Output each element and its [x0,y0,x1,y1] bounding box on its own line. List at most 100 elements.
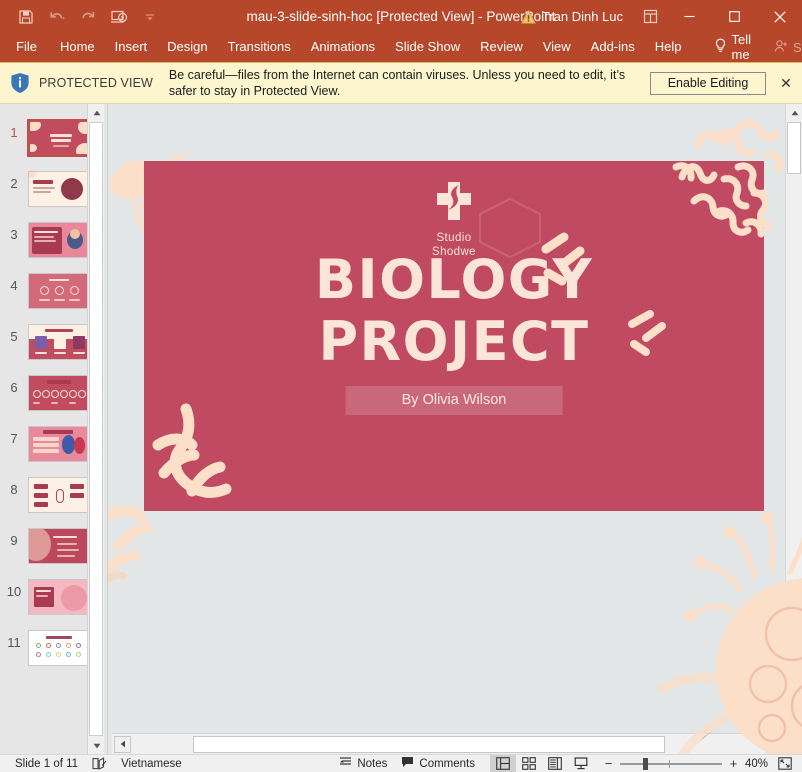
redo-icon[interactable] [74,5,102,29]
account-info[interactable]: Tran Dinh Luc [517,9,633,24]
slide-number: 5 [0,315,28,359]
customize-quick-access-icon[interactable] [136,5,164,29]
spellcheck-icon[interactable] [85,755,114,772]
current-slide[interactable]: Studio Shodwe BIOLOGY PROJECT By Olivia … [144,161,764,511]
scroll-up-icon[interactable] [88,104,104,121]
slide-counter[interactable]: Slide 1 of 11 [8,755,85,772]
decor-bottom-right-virus [620,502,802,754]
horizontal-scroll-track[interactable] [133,736,764,753]
tab-slide-show[interactable]: Slide Show [386,35,469,60]
tab-design[interactable]: Design [158,35,216,60]
zoom-slider[interactable] [617,755,725,772]
save-icon[interactable] [12,5,40,29]
quick-access-toolbar [0,5,164,29]
tab-file[interactable]: File [8,35,49,60]
slide-number: 6 [0,366,28,410]
tab-transitions[interactable]: Transitions [219,35,300,60]
close-button[interactable] [757,0,802,33]
slide-preview [28,579,90,615]
zoom-out-button[interactable]: − [600,755,617,772]
slide-preview [28,630,90,666]
start-presentation-icon[interactable] [105,5,133,29]
slide-vertical-scrollbar[interactable] [785,104,802,733]
thumbnail-pane-scrollbar[interactable] [87,104,104,754]
scroll-up-icon[interactable] [786,104,802,121]
share-button: Share [766,36,802,60]
logo-line-1: Studio [144,232,764,246]
zoom-slider-handle[interactable] [643,758,648,770]
tab-add-ins[interactable]: Add-ins [582,35,644,60]
slide-sorter-view-button[interactable] [516,755,542,772]
language-indicator[interactable]: Vietnamese [114,755,189,772]
vertical-scroll-thumb[interactable] [787,122,801,174]
slide-preview [28,528,90,564]
lightbulb-icon [714,38,727,56]
slide-number: 10 [0,570,28,614]
slide-number: 7 [0,417,28,461]
status-bar: Slide 1 of 11 Vietnamese Notes Comments … [0,754,802,772]
reading-view-button[interactable] [542,755,568,772]
tab-home[interactable]: Home [51,35,104,60]
slide-preview [28,324,90,360]
slide-number: 2 [0,162,28,206]
zoom-level-label[interactable]: 40% [742,758,774,770]
slide-number: 3 [0,213,28,257]
slide-number: 9 [0,519,28,563]
slide-title-line-2: PROJECT [144,311,764,373]
slide-preview [28,375,90,411]
protected-view-label: PROTECTED VIEW [39,76,153,90]
tab-animations[interactable]: Animations [302,35,384,60]
tab-view[interactable]: View [534,35,580,60]
account-warning-icon [521,10,536,24]
zoom-in-button[interactable]: + [725,755,742,772]
slide-title-line-1: BIOLOGY [144,249,764,311]
slide-editing-area[interactable]: Studio Shodwe BIOLOGY PROJECT By Olivia … [108,104,802,754]
account-name: Tran Dinh Luc [542,9,623,24]
comments-button[interactable]: Comments [394,755,482,772]
share-label: Share [793,40,802,55]
protected-view-bar: PROTECTED VIEW Be careful—files from the… [0,62,802,104]
ribbon-display-options-icon[interactable] [633,0,667,33]
slide-number: 8 [0,468,28,512]
tab-help[interactable]: Help [646,35,691,60]
tell-me-box[interactable]: Tell me [705,29,761,66]
ribbon-tab-bar: File Home Insert Design Transitions Anim… [0,33,802,62]
zoom-control[interactable]: − + 40% [594,755,802,772]
close-protected-view-bar-icon[interactable]: ✕ [776,73,796,93]
tab-review[interactable]: Review [471,35,532,60]
slide-number: 1 [0,111,28,155]
notes-label: Notes [357,758,387,770]
slide-preview [28,273,90,309]
enable-editing-button[interactable]: Enable Editing [650,72,766,95]
shield-info-icon [10,72,30,94]
slide-preview [28,171,90,207]
workspace: 1 2 [0,104,802,754]
scroll-down-icon[interactable] [88,737,104,754]
slide-number: 4 [0,264,28,308]
title-bar-right: Tran Dinh Luc [517,0,802,33]
fit-slide-to-window-button[interactable] [774,755,796,772]
undo-icon[interactable] [43,5,71,29]
thumbnail-scroll-thumb[interactable] [89,122,103,736]
title-bar: mau-3-slide-sinh-hoc [Protected View] - … [0,0,802,33]
horizontal-scroll-thumb[interactable] [193,736,665,753]
notes-icon [339,756,352,771]
slide-preview [28,222,90,258]
notes-button[interactable]: Notes [332,755,394,772]
normal-view-button[interactable] [490,755,516,772]
maximize-restore-button[interactable] [712,0,757,33]
scroll-down-icon[interactable] [786,679,802,696]
slide-show-view-button[interactable] [568,755,594,772]
scroll-right-icon[interactable] [766,736,783,753]
next-slide-icon[interactable] [786,716,802,733]
previous-slide-icon[interactable] [786,699,802,716]
slide-title-text[interactable]: BIOLOGY PROJECT [144,249,764,373]
zoom-slider-midpoint [669,760,670,768]
slide-number: 11 [0,621,28,665]
slide-author-text[interactable]: By Olivia Wilson [346,386,563,415]
scroll-left-icon[interactable] [114,736,131,753]
slide-thumbnail-pane[interactable]: 1 2 [0,104,104,754]
slide-horizontal-scrollbar[interactable] [112,733,785,754]
tab-insert[interactable]: Insert [106,35,157,60]
minimize-button[interactable] [667,0,712,33]
